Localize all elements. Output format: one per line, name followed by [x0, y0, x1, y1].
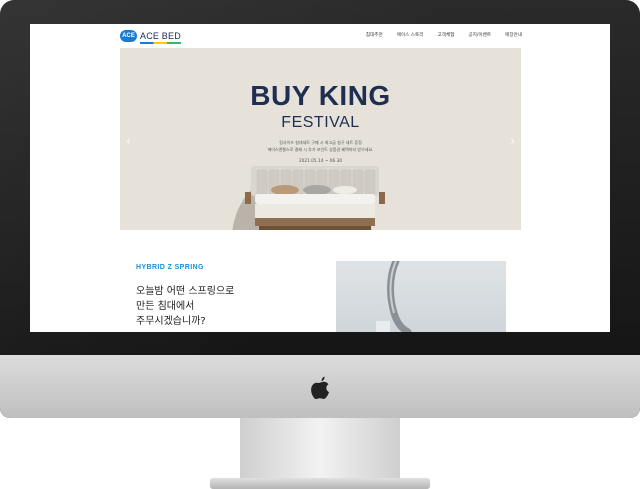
headline-line-1: 오늘밤 어떤 스프링으로 [136, 286, 235, 297]
monitor-stand [240, 418, 400, 480]
monitor-stand-base [210, 478, 430, 489]
apple-icon [311, 376, 329, 400]
hero-subtitle: FESTIVAL [281, 114, 360, 131]
logo-text: ACE BED [140, 31, 181, 44]
section-headline: 오늘밤 어떤 스프링으로 만든 침대에서 주무시겠습니까? [136, 284, 234, 329]
bed-image [245, 166, 385, 230]
monitor-frame: ACE ACE BED 침대추천 에이스 스토리 고객체험 공지/이벤트 매장안… [0, 0, 640, 418]
site-header: ACE ACE BED 침대추천 에이스 스토리 고객체험 공지/이벤트 매장안… [30, 24, 610, 48]
headline-line-3: 주무시겠습니까? [136, 316, 206, 327]
nav-item-experience[interactable]: 고객체험 [438, 32, 455, 38]
hero-banner[interactable]: BUY KING FESTIVAL 킹사이즈 침대세트 구매 시 최고급 침구 … [120, 48, 521, 230]
nav-item-story[interactable]: 에이스 스토리 [397, 32, 424, 38]
headline-line-2: 만든 침대에서 [136, 301, 195, 312]
nav-item-notice[interactable]: 공지/이벤트 [468, 32, 491, 38]
hero-description: 킹사이즈 침대세트 구매 시 최고급 침구 세트 증정 에이스앤젤스로 결제 시… [120, 139, 521, 153]
hero-desc-line-2: 에이스앤젤스로 결제 시 추가 포인트 상품권 혜택까지 받으세요. [267, 147, 374, 152]
hero-date: 2021.05.14 ~ 06.30 [298, 159, 343, 164]
main-nav: 침대추천 에이스 스토리 고객체험 공지/이벤트 매장안내 [366, 32, 522, 38]
hero-title: BUY KING [250, 80, 391, 111]
nav-item-recommend[interactable]: 침대추천 [366, 32, 383, 38]
chevron-left-icon[interactable]: ‹ [126, 134, 131, 148]
spring-graphic [376, 261, 412, 332]
logo-badge: ACE [120, 30, 137, 42]
site-logo[interactable]: ACE ACE BED [120, 28, 181, 44]
chevron-right-icon[interactable]: › [510, 134, 515, 148]
screen: ACE ACE BED 침대추천 에이스 스토리 고객체험 공지/이벤트 매장안… [30, 24, 610, 332]
section-label: HYBRID Z SPRING [136, 264, 204, 271]
hero-desc-line-1: 킹사이즈 침대세트 구매 시 최고급 침구 세트 증정 [279, 140, 362, 145]
spring-photo [336, 261, 506, 332]
monitor-chin [0, 355, 640, 418]
nav-item-stores[interactable]: 매장안내 [505, 32, 522, 38]
